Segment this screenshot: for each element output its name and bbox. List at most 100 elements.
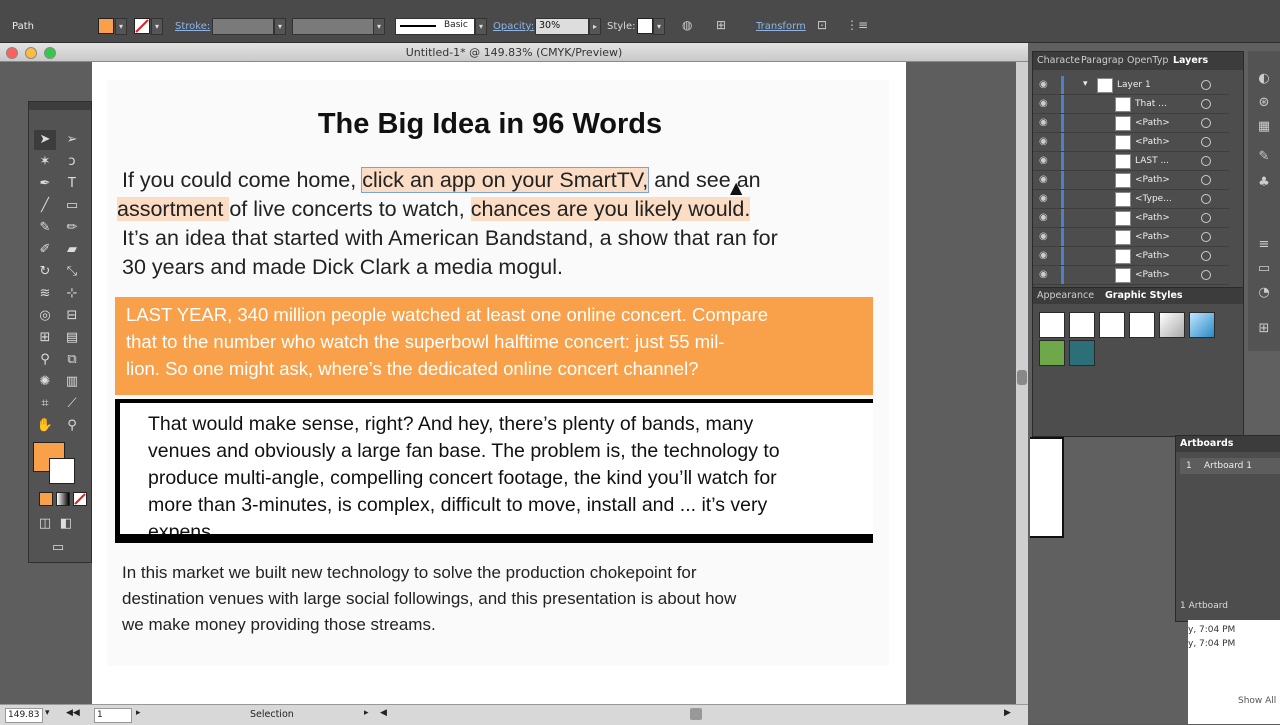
target-icon[interactable] [1201,213,1211,223]
target-icon[interactable] [1201,137,1211,147]
layer-row-top[interactable]: ◉ ▾ Layer 1 [1033,76,1229,95]
mesh-tool-icon[interactable]: ⊞ [34,328,56,348]
status-menu-arrow[interactable]: ▸ [364,708,369,718]
slide-heading[interactable]: The Big Idea in 96 Words [107,108,873,141]
highlight-chances[interactable]: chances are you likely would. [470,197,751,221]
frame-line-1[interactable]: That would make sense, right? And hey, t… [148,413,753,436]
stroke-dropdown-arrow[interactable]: ▾ [151,18,163,35]
brush-definition[interactable]: Basic [395,18,475,35]
transform-link[interactable]: Transform [756,21,806,32]
eye-icon[interactable]: ◉ [1039,269,1048,280]
style-swatch[interactable] [637,18,653,34]
disclosure-triangle-icon[interactable]: ▾ [1083,79,1088,89]
perspective-grid-tool-icon[interactable]: ⊟ [61,306,83,326]
color-panel-icon[interactable]: ◐ [1256,71,1272,87]
align-icon[interactable]: ⊞ [716,18,726,33]
eye-icon[interactable]: ◉ [1039,155,1048,166]
opacity-arrow[interactable]: ▸ [589,18,601,35]
target-icon[interactable] [1201,194,1211,204]
selection-tool-icon[interactable]: ➤ [34,130,56,150]
intro-line-4[interactable]: 30 years and made Dick Clark a media mog… [122,255,563,280]
lasso-tool-icon[interactable]: ↄ [61,152,83,172]
stroke-swatch[interactable] [134,18,150,34]
show-all-button[interactable]: Show All [1238,696,1276,706]
orange-line-2[interactable]: that to the number who watch the superbo… [126,331,724,353]
target-icon[interactable] [1201,270,1211,280]
bottom-line-1[interactable]: In this market we built new technology t… [122,563,697,583]
brush-arrow[interactable]: ▾ [475,18,487,35]
graphic-style-none[interactable] [1069,312,1095,338]
screen-mode-icon[interactable]: ▭ [47,538,69,558]
graphic-style-stroke[interactable] [1129,312,1155,338]
eye-icon[interactable]: ◉ [1039,193,1048,204]
highlight-assortment[interactable]: assortment [117,197,230,221]
target-icon[interactable] [1201,118,1211,128]
type-tool-icon[interactable]: T [61,174,83,194]
draw-behind-icon[interactable]: ◧ [55,514,77,534]
intro-line-2[interactable]: assortment of live concerts to watch, ch… [117,197,751,222]
layer-item-row[interactable]: ◉ <Path> [1033,209,1229,228]
warp-tool-icon[interactable]: ≋ [34,284,56,304]
layer-item-row[interactable]: ◉ <Path> [1033,247,1229,266]
eye-icon[interactable]: ◉ [1039,136,1048,147]
eraser-tool-icon[interactable]: ▰ [61,240,83,260]
zoom-arrow[interactable]: ▾ [45,708,50,718]
eye-icon[interactable]: ◉ [1039,117,1048,128]
tools-panel-header[interactable] [29,102,91,110]
graphic-style-green-texture[interactable] [1039,340,1065,366]
draw-normal-icon[interactable]: ◫ [34,514,56,534]
zoom-field[interactable]: 149.83 [5,708,43,723]
layer-item-row[interactable]: ◉ LAST ... [1033,152,1229,171]
frame-line-2[interactable]: venues and obviously a large fan base. T… [148,440,780,463]
slice-tool-icon[interactable]: ⟋ [61,394,83,414]
stroke-weight-arrow[interactable]: ▾ [274,18,286,35]
tab-character[interactable]: Characte [1037,55,1080,66]
symbol-sprayer-tool-icon[interactable]: ✺ [34,372,56,392]
eye-icon[interactable]: ◉ [1039,250,1048,261]
tab-artboards[interactable]: Artboards [1180,438,1233,449]
direct-selection-tool-icon[interactable]: ➢ [61,130,83,150]
paintbrush-tool-icon[interactable]: ✎ [34,218,56,238]
hand-tool-icon[interactable]: ✋ [34,416,56,436]
tab-graphic-styles[interactable]: Graphic Styles [1105,290,1183,301]
blob-brush-tool-icon[interactable]: ✐ [34,240,56,260]
target-icon[interactable] [1201,99,1211,109]
fill-swatch[interactable] [98,18,114,34]
horizontal-scroll-thumb[interactable] [690,708,702,720]
eye-icon[interactable]: ◉ [1039,174,1048,185]
rectangle-tool-icon[interactable]: ▭ [61,196,83,216]
target-icon[interactable] [1201,175,1211,185]
free-transform-tool-icon[interactable]: ⊹ [61,284,83,304]
bottom-line-2[interactable]: destination venues with large social fol… [122,589,736,609]
opacity-field[interactable]: 30% [535,18,589,35]
rotate-tool-icon[interactable]: ↻ [34,262,56,282]
artboard-number-field[interactable]: 1 [94,708,132,723]
layer-item-row[interactable]: ◉ That ... [1033,95,1229,114]
none-mode-button[interactable] [73,492,87,506]
frame-line-5-overset[interactable]: expens [148,521,211,534]
eye-icon[interactable]: ◉ [1039,231,1048,242]
stroke-weight-field[interactable] [212,18,274,35]
stroke-label[interactable]: Stroke: [175,21,210,32]
intro-line-3[interactable]: It’s an idea that started with American … [122,226,778,251]
tab-opentype[interactable]: OpenTyp [1127,55,1168,66]
graphic-style-default[interactable] [1039,312,1065,338]
graphic-style-blue-gradient[interactable] [1189,312,1215,338]
color-mode-button[interactable] [39,492,53,506]
isolate-icon[interactable]: ⊡ [817,18,827,33]
target-icon[interactable] [1201,156,1211,166]
blend-tool-icon[interactable]: ⧉ [61,350,83,370]
variable-width-arrow[interactable]: ▾ [373,18,385,35]
eye-icon[interactable]: ◉ [1039,79,1048,90]
brushes-icon[interactable]: ✎ [1256,149,1272,165]
artboard-row[interactable]: 1 Artboard 1 [1180,458,1280,474]
gradient-tool-icon[interactable]: ▤ [61,328,83,348]
shape-builder-tool-icon[interactable]: ◎ [34,306,56,326]
tab-appearance[interactable]: Appearance [1037,290,1094,301]
gradient-panel-icon[interactable]: ▭ [1256,261,1272,277]
current-tool-status[interactable]: Selection [250,709,294,720]
intro-line-1[interactable]: If you could come home, click an app on … [122,167,761,193]
orange-line-3[interactable]: lion. So one might ask, where’s the dedi… [126,358,699,380]
black-frame-box[interactable]: That would make sense, right? And hey, t… [115,399,873,543]
column-graph-tool-icon[interactable]: ▥ [61,372,83,392]
